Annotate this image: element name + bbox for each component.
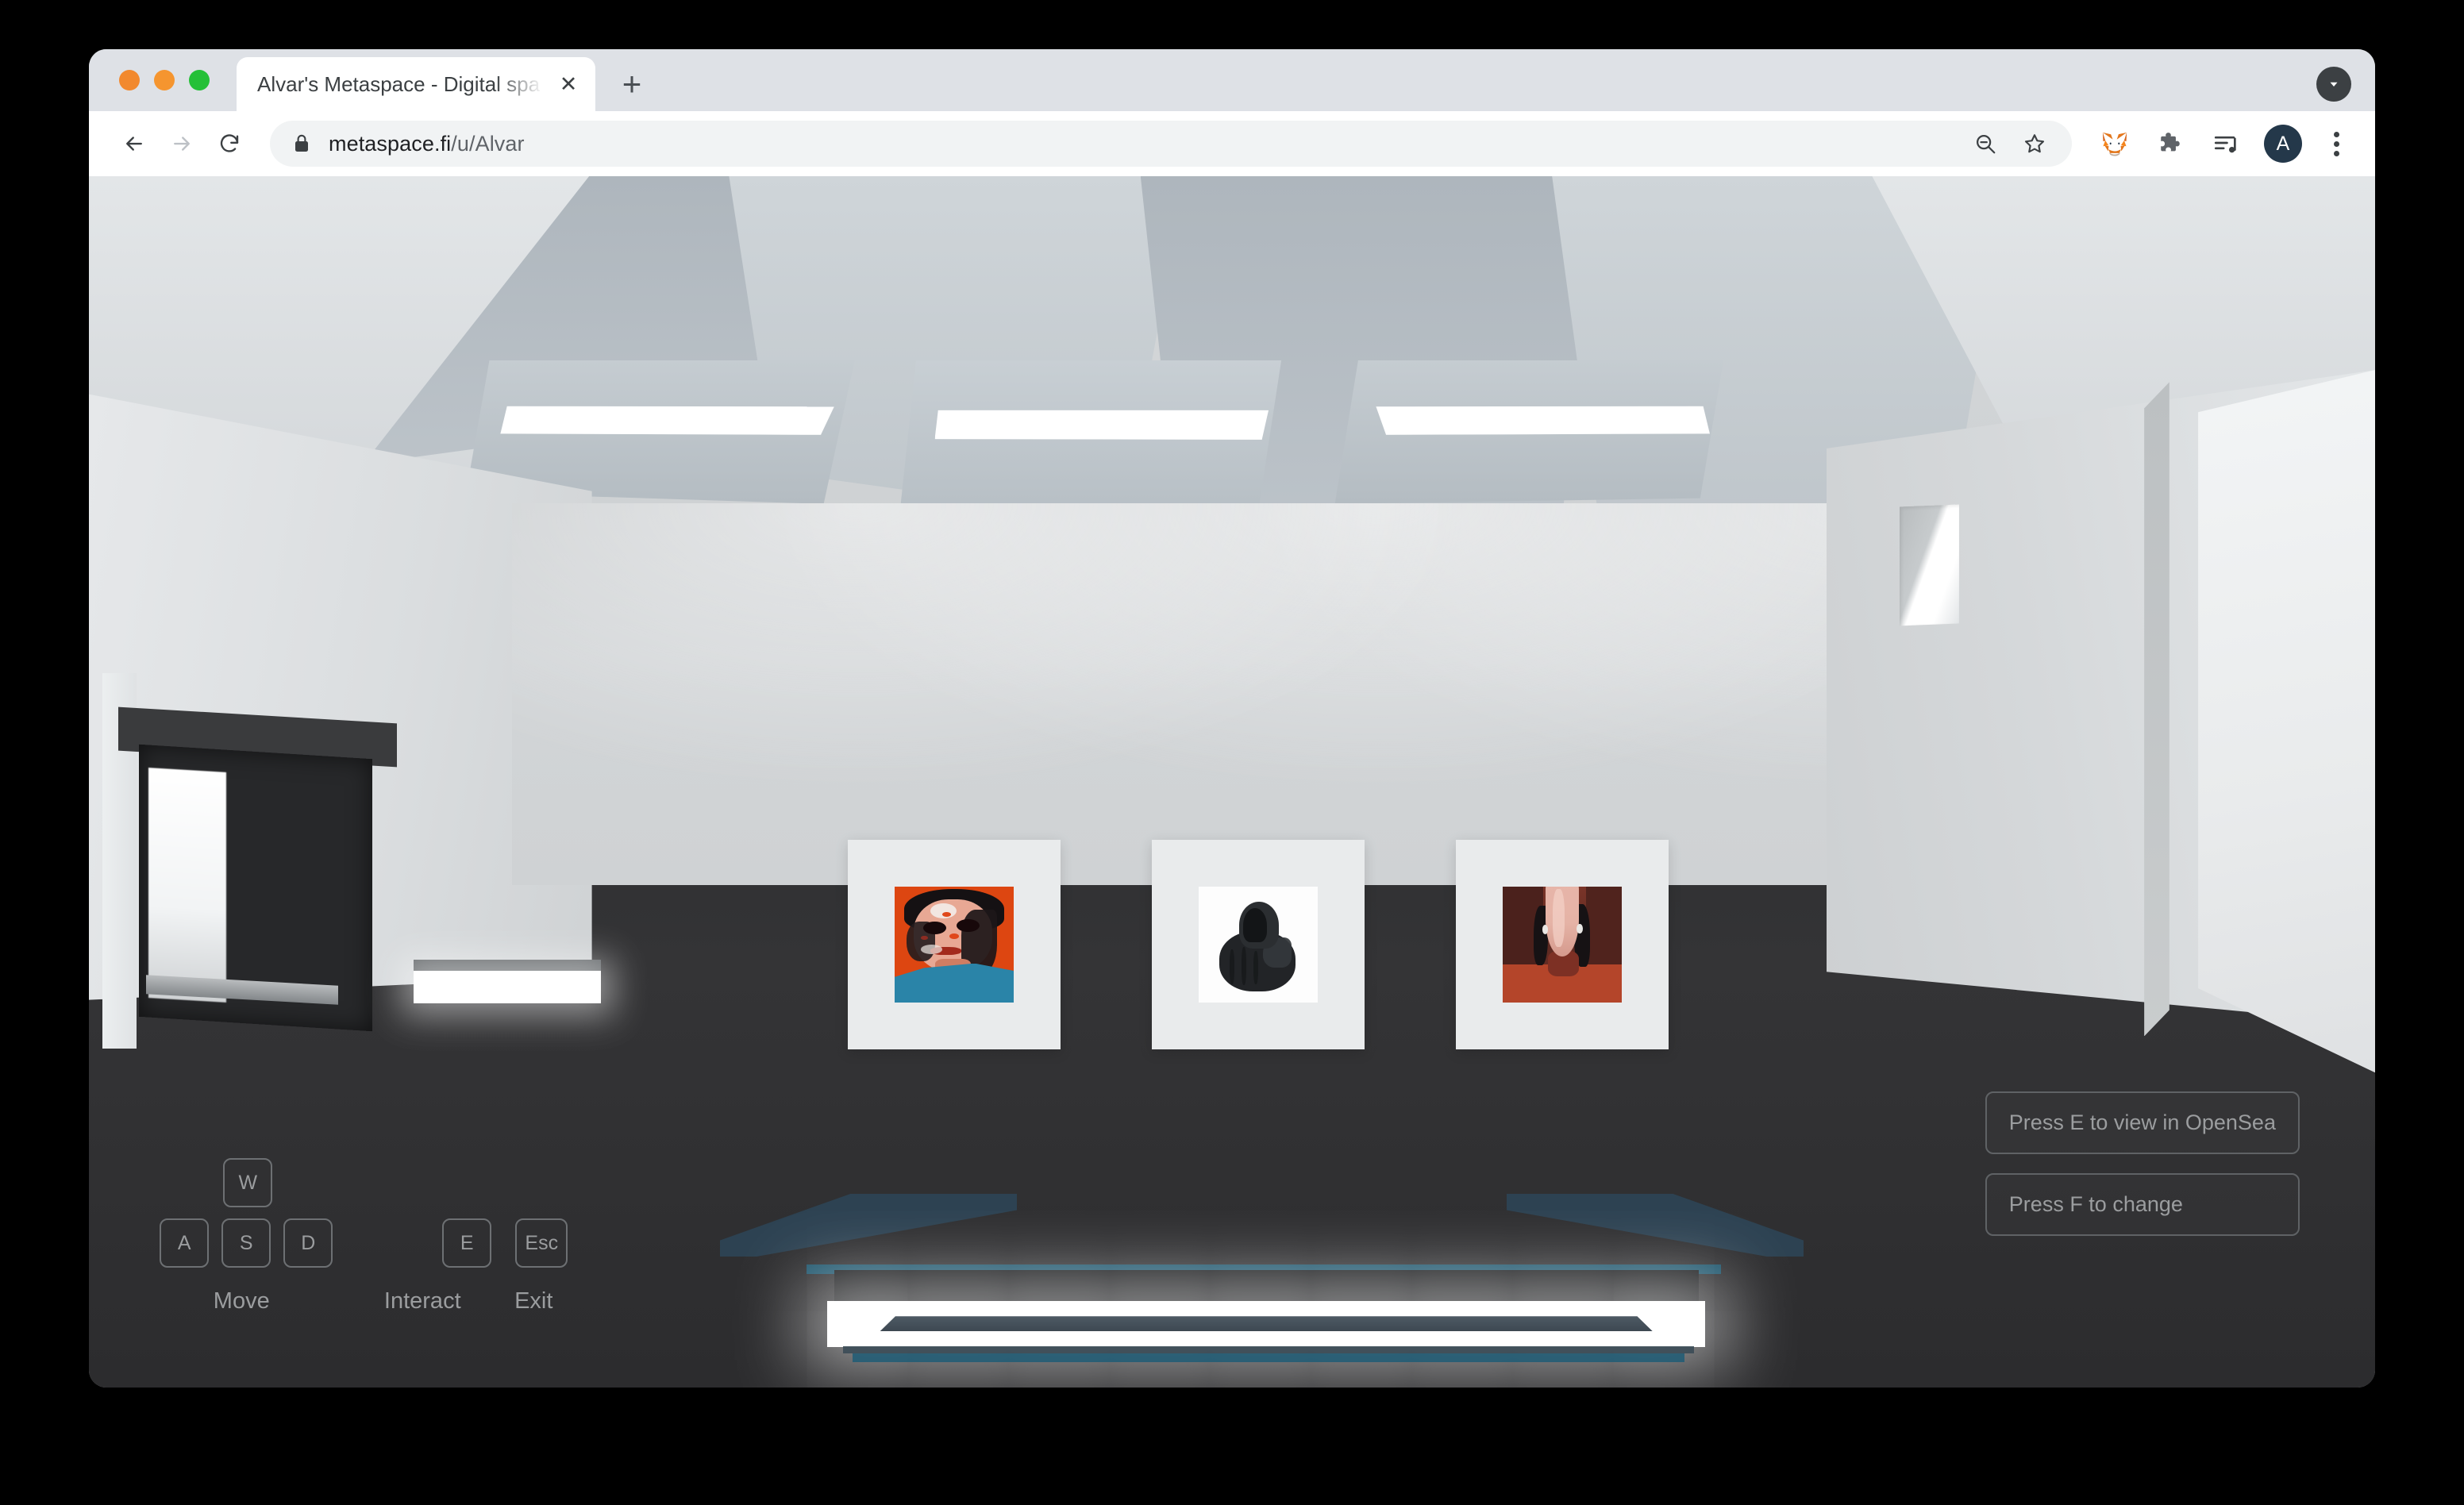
reload-icon[interactable]: [208, 122, 251, 165]
puzzle-piece-icon[interactable]: [2148, 121, 2193, 166]
window-minimize-button[interactable]: [154, 70, 175, 90]
podium-wing-left: [719, 1193, 1018, 1257]
caption-move: Move: [213, 1288, 270, 1314]
zoom-out-icon[interactable]: [1964, 122, 2007, 165]
skylight-strip-2: [934, 410, 1269, 440]
window-close-button[interactable]: [119, 70, 140, 90]
forward-icon[interactable]: [160, 122, 203, 165]
tab-strip: Alvar's Metaspace - Digital spa ✕ +: [89, 49, 2375, 111]
caption-exit: Exit: [514, 1288, 553, 1314]
keyboard-hints: W A S D E Esc Move Interact Exit: [160, 1158, 572, 1314]
skylight-strip-1: [500, 406, 834, 435]
podium-top: [834, 1270, 1699, 1302]
new-tab-button[interactable]: +: [610, 62, 654, 106]
lock-icon: [295, 134, 308, 152]
url-path: /u/Alvar: [451, 131, 525, 156]
tab-title: Alvar's Metaspace - Digital spa: [257, 71, 541, 96]
metaspace-3d-viewport[interactable]: W A S D E Esc Move Interact Exit Press E…: [89, 176, 2375, 1388]
podium-base-accent: [852, 1353, 1685, 1362]
podium-wing-right: [1506, 1193, 1804, 1257]
window-niche: [1899, 504, 1959, 626]
back-icon[interactable]: [113, 122, 156, 165]
interact-key-group: E: [442, 1218, 492, 1268]
metamask-fox-icon[interactable]: [2092, 121, 2137, 166]
address-bar[interactable]: metaspace.fi/u/Alvar: [270, 121, 2072, 167]
window-controls: [108, 49, 219, 111]
prompt-view-opensea[interactable]: Press E to view in OpenSea: [1985, 1091, 2300, 1155]
key-a[interactable]: A: [160, 1218, 210, 1268]
tab-search-icon[interactable]: [2316, 67, 2351, 102]
move-keys-group: W A S D: [160, 1158, 333, 1268]
browser-tab[interactable]: Alvar's Metaspace - Digital spa ✕: [237, 57, 595, 111]
media-playlist-icon[interactable]: [2204, 121, 2248, 166]
url-text: metaspace.fi/u/Alvar: [329, 132, 525, 156]
key-e[interactable]: E: [442, 1218, 492, 1268]
key-esc[interactable]: Esc: [515, 1218, 568, 1268]
kebab-menu-icon[interactable]: [2318, 121, 2354, 166]
window-maximize-button[interactable]: [189, 70, 210, 90]
caption-interact: Interact: [383, 1288, 461, 1314]
omnibox-actions: [1951, 122, 2056, 165]
podium-inner-shelf: [880, 1316, 1653, 1332]
star-icon[interactable]: [2013, 122, 2056, 165]
prompt-change-artwork[interactable]: Press F to change: [1985, 1173, 2300, 1237]
skylight-strip-3: [1376, 406, 1710, 435]
browser-toolbar: metaspace.fi/u/Alvar A: [89, 111, 2375, 176]
exit-key-group: Esc: [515, 1218, 568, 1268]
key-s[interactable]: S: [221, 1218, 271, 1268]
key-w[interactable]: W: [223, 1158, 273, 1208]
url-domain: metaspace.fi: [329, 131, 452, 156]
browser-window: Alvar's Metaspace - Digital spa ✕ + meta…: [89, 49, 2375, 1388]
action-prompts: Press E to view in OpenSea Press F to ch…: [1985, 1091, 2300, 1237]
toolbar-extensions: A: [2092, 121, 2354, 166]
avatar[interactable]: A: [2264, 125, 2302, 163]
tab-close-icon[interactable]: ✕: [554, 70, 583, 98]
key-d[interactable]: D: [283, 1218, 333, 1268]
podium-base: [843, 1345, 1694, 1354]
key-captions: Move Interact Exit: [160, 1288, 572, 1314]
